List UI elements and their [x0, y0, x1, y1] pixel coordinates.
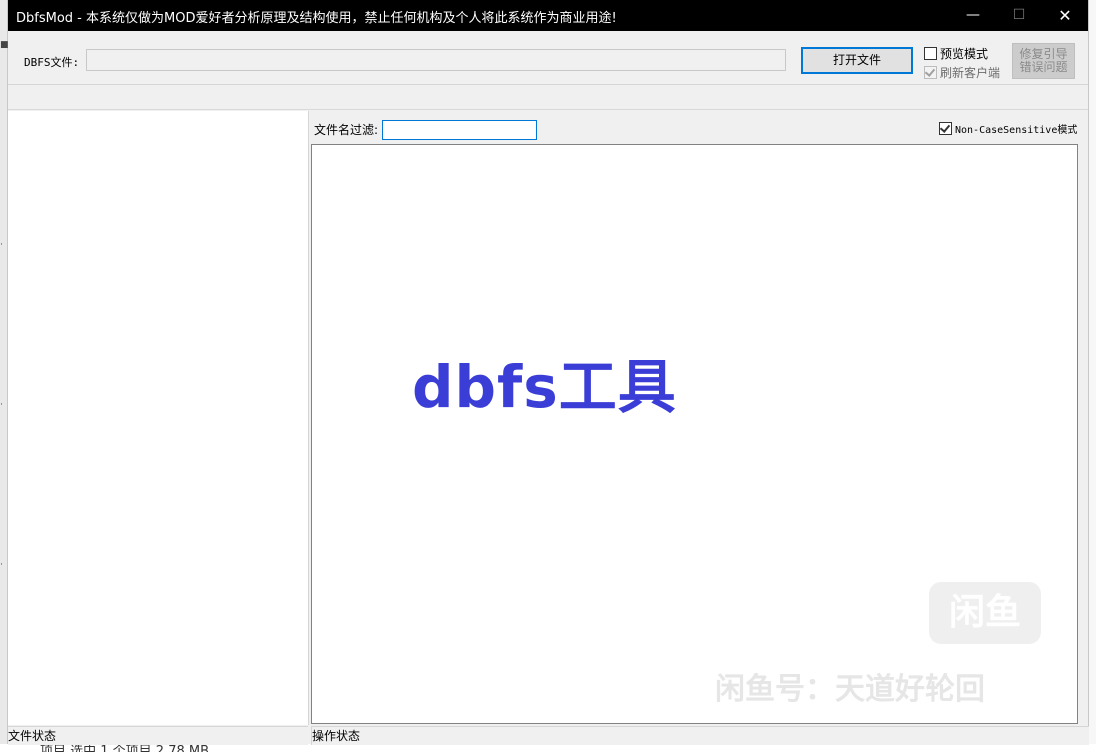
non-case-sensitive-label: Non-CaseSensitive模式 — [955, 125, 1078, 136]
minimize-icon: — — [966, 7, 980, 23]
background-glyph: · — [0, 240, 3, 250]
maximize-button[interactable]: ☐ — [996, 0, 1042, 31]
dbfs-file-label: DBFS文件: — [24, 56, 80, 69]
background-glyph: · — [0, 400, 3, 410]
preview-mode-checkbox[interactable]: 预览模式 — [924, 45, 988, 61]
checkbox-box-icon — [924, 47, 937, 60]
repair-button-line2: 错误问题 — [1019, 60, 1068, 74]
background-glyph: · — [0, 560, 3, 570]
preview-mode-label: 预览模式 — [940, 47, 989, 61]
close-button[interactable]: ✕ — [1042, 0, 1088, 31]
window-title: DbfsMod - 本系统仅做为MOD爱好者分析原理及结构使用，禁止任何机构及个… — [16, 11, 617, 26]
refresh-client-label: 刷新客户端 — [940, 66, 1001, 80]
maximize-icon: ☐ — [1012, 7, 1026, 23]
filename-filter-input[interactable] — [382, 120, 537, 140]
non-case-sensitive-checkbox[interactable]: Non-CaseSensitive模式 — [939, 121, 1077, 137]
filename-filter-label: 文件名过滤: — [314, 123, 379, 137]
background-window-edge-right — [1088, 0, 1096, 752]
minimize-button[interactable]: — — [950, 0, 996, 31]
dbfs-path-field[interactable] — [86, 49, 786, 71]
xianyu-logo-watermark: 闲鱼 — [929, 582, 1041, 644]
xianyu-id-watermark: 闲鱼号：天道好轮回 — [715, 672, 985, 707]
file-status-bar: 文件状态 — [8, 726, 308, 745]
operation-status-bar: 操作状态 — [311, 726, 1089, 745]
title-bar[interactable]: DbfsMod - 本系统仅做为MOD爱好者分析原理及结构使用，禁止任何机构及个… — [8, 0, 1088, 31]
background-explorer-statusbar: 项目 选中 1 个项目 2.78 MB — [0, 744, 1096, 752]
file-toolbar: DBFS文件: 打开文件 预览模式 刷新客户端 修复引导 错误问题 — [8, 31, 1088, 85]
dbfs-tool-watermark: dbfs工具 — [412, 353, 677, 421]
open-file-button[interactable]: 打开文件 — [801, 47, 913, 74]
checkmark-icon — [924, 66, 937, 79]
background-glyph: ■ — [0, 40, 8, 50]
checkmark-icon — [939, 122, 952, 135]
file-tree-panel[interactable] — [8, 111, 309, 725]
refresh-client-checkbox[interactable]: 刷新客户端 — [924, 64, 1000, 80]
background-window-edge-left: ■ · · · — [0, 0, 8, 752]
close-icon: ✕ — [1058, 6, 1072, 25]
secondary-toolbar — [8, 85, 1088, 110]
repair-boot-error-button[interactable]: 修复引导 错误问题 — [1012, 43, 1075, 79]
background-status-text: 项目 选中 1 个项目 2.78 MB — [40, 744, 210, 752]
